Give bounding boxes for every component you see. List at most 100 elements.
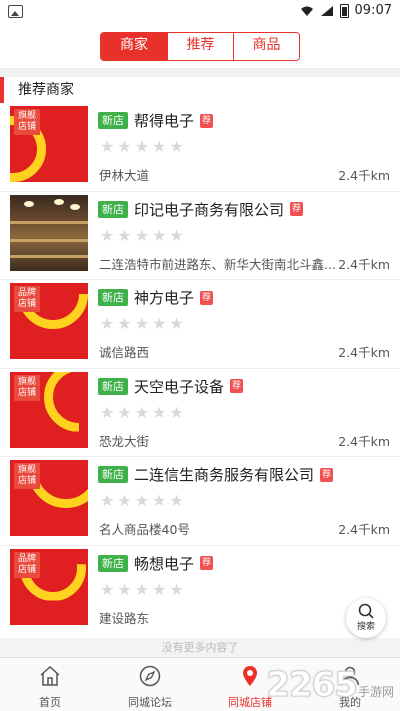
new-badge: 新店 [98,289,128,306]
recommend-badge: 荐 [200,556,214,570]
star-icon: ★ [152,314,167,333]
tab-home[interactable]: 首页 [0,658,100,711]
search-button[interactable]: 搜索 [346,598,386,638]
star-icon: ★ [117,402,132,422]
shop-name: 神方电子 [134,289,195,307]
star-icon: ★ [100,137,115,156]
no-more-content: 没有更多内容了 [0,638,400,658]
star-icon: ★ [117,314,132,333]
star-icon: ★ [169,225,184,245]
new-badge: 新店 [98,377,128,395]
shop-thumbnail: 旗舰 店铺 [10,371,88,448]
star-icon: ★ [152,579,167,599]
new-badge: 新店 [98,554,128,572]
shop-row[interactable]: 品牌 店铺 新店 畅想电子 荐 ★ ★ ★ ★ ★ 建设路东 [0,546,400,635]
star-icon: ★ [169,137,184,156]
star-icon: ★ [100,225,115,245]
recommend-badge: 荐 [290,202,304,216]
star-icon: ★ [134,137,150,156]
shop-address: 诚信路西 [99,345,150,360]
star-icon: ★ [100,579,115,599]
shop-thumbnail [10,194,88,271]
tab-label: 我的 [339,696,361,709]
star-icon: ★ [169,314,184,333]
shop-address: 名人商品楼40号 [99,522,190,537]
star-icon: ★ [169,579,184,599]
bottom-tab-bar: 首页 同城论坛 同城店铺 我的 [0,657,400,711]
segment-recommend[interactable]: 推荐 [167,32,233,60]
shop-distance: 2.4千km [338,522,390,537]
tab-mine[interactable]: 我的 [300,658,400,711]
segment-merchants[interactable]: 商家 [101,32,167,60]
compass-icon [139,665,161,687]
shop-address: 恐龙大街 [99,433,150,449]
shop-row[interactable]: 新店 印记电子商务有限公司 荐 ★ ★ ★ ★ ★ 二连浩特市前进路东、新华大街南北斗鑫… [0,192,400,280]
shop-address: 伊林大道 [99,168,150,183]
shop-distance: 2.4千km [338,168,390,183]
image-notification-icon [8,5,23,18]
shop-row[interactable]: 旗舰 店铺 新店 帮得电子 荐 ★ ★ ★ ★ ★ 伊林大道 2.4千km [0,103,400,192]
status-time: 09:07 [354,3,392,18]
shop-distance: 2.4千km [338,433,390,449]
status-bar: 09:07 [0,0,400,24]
shop-name: 帮得电子 [134,112,195,130]
shop-row[interactable]: 旗舰 店铺 新店 天空电子设备 荐 ★ ★ ★ ★ ★ 恐龙大街 2.4千km [0,369,400,457]
star-icon: ★ [152,491,167,510]
star-icon: ★ [100,491,115,510]
new-badge: 新店 [98,112,128,129]
new-badge: 新店 [98,466,128,483]
signal-icon [320,5,333,16]
shop-thumbnail: 品牌 店铺 [10,283,88,359]
tab-label: 同城店铺 [228,696,272,709]
star-icon: ★ [100,314,115,333]
battery-icon [339,3,349,18]
map-pin-icon [243,666,257,686]
shop-thumbnail: 旗舰 店铺 [10,460,88,536]
tab-shops[interactable]: 同城店铺 [200,658,300,711]
thumb-flag: 品牌 店铺 [14,286,40,312]
rating-stars: ★ ★ ★ ★ ★ [100,493,184,509]
star-icon: ★ [134,314,150,333]
star-icon: ★ [134,402,150,422]
rating-stars: ★ ★ ★ ★ ★ [100,402,184,422]
star-icon: ★ [117,225,132,245]
user-icon [340,666,360,686]
star-icon: ★ [117,491,132,510]
shop-thumbnail: 品牌 店铺 [10,548,88,625]
star-icon: ★ [152,137,167,156]
shop-name: 印记电子商务有限公司 [134,200,285,219]
divider [0,69,400,77]
shop-name: 二连信生商务服务有限公司 [134,466,315,484]
recommend-badge: 荐 [200,113,214,128]
shop-distance: 2.4千km [338,256,390,272]
shop-name: 天空电子设备 [134,377,225,396]
thumb-flag: 旗舰 店铺 [14,109,40,135]
rating-stars: ★ ★ ★ ★ ★ [100,579,184,599]
thumb-flag: 旗舰 店铺 [14,463,40,489]
shop-row[interactable]: 品牌 店铺 新店 神方电子 荐 ★ ★ ★ ★ ★ 诚信路西 2.4千km [0,280,400,369]
star-icon: ★ [100,402,115,422]
shop-thumbnail: 旗舰 店铺 [10,106,88,182]
recommend-badge: 荐 [230,379,244,393]
rating-stars: ★ ★ ★ ★ ★ [100,316,184,332]
shop-address: 建设路东 [99,610,150,626]
rating-stars: ★ ★ ★ ★ ★ [100,225,184,245]
rating-stars: ★ ★ ★ ★ ★ [100,139,184,155]
star-icon: ★ [134,491,150,510]
home-icon [40,665,60,686]
new-badge: 新店 [98,200,128,218]
tab-label: 同城论坛 [128,696,172,709]
recommend-badge: 荐 [200,290,214,305]
tab-label: 首页 [39,696,61,709]
recommend-badge: 荐 [320,467,334,482]
star-icon: ★ [134,579,150,599]
star-icon: ★ [169,402,184,422]
search-label: 搜索 [356,622,375,632]
shop-row[interactable]: 旗舰 店铺 新店 二连信生商务服务有限公司 荐 ★ ★ ★ ★ ★ 名人商品楼40号 2.… [0,457,400,546]
thumb-flag: 品牌 店铺 [14,551,40,578]
star-icon: ★ [152,402,167,422]
shop-name: 畅想电子 [134,554,195,573]
tab-forum[interactable]: 同城论坛 [100,658,200,711]
star-icon: ★ [117,137,132,156]
segment-products[interactable]: 商品 [233,32,299,60]
